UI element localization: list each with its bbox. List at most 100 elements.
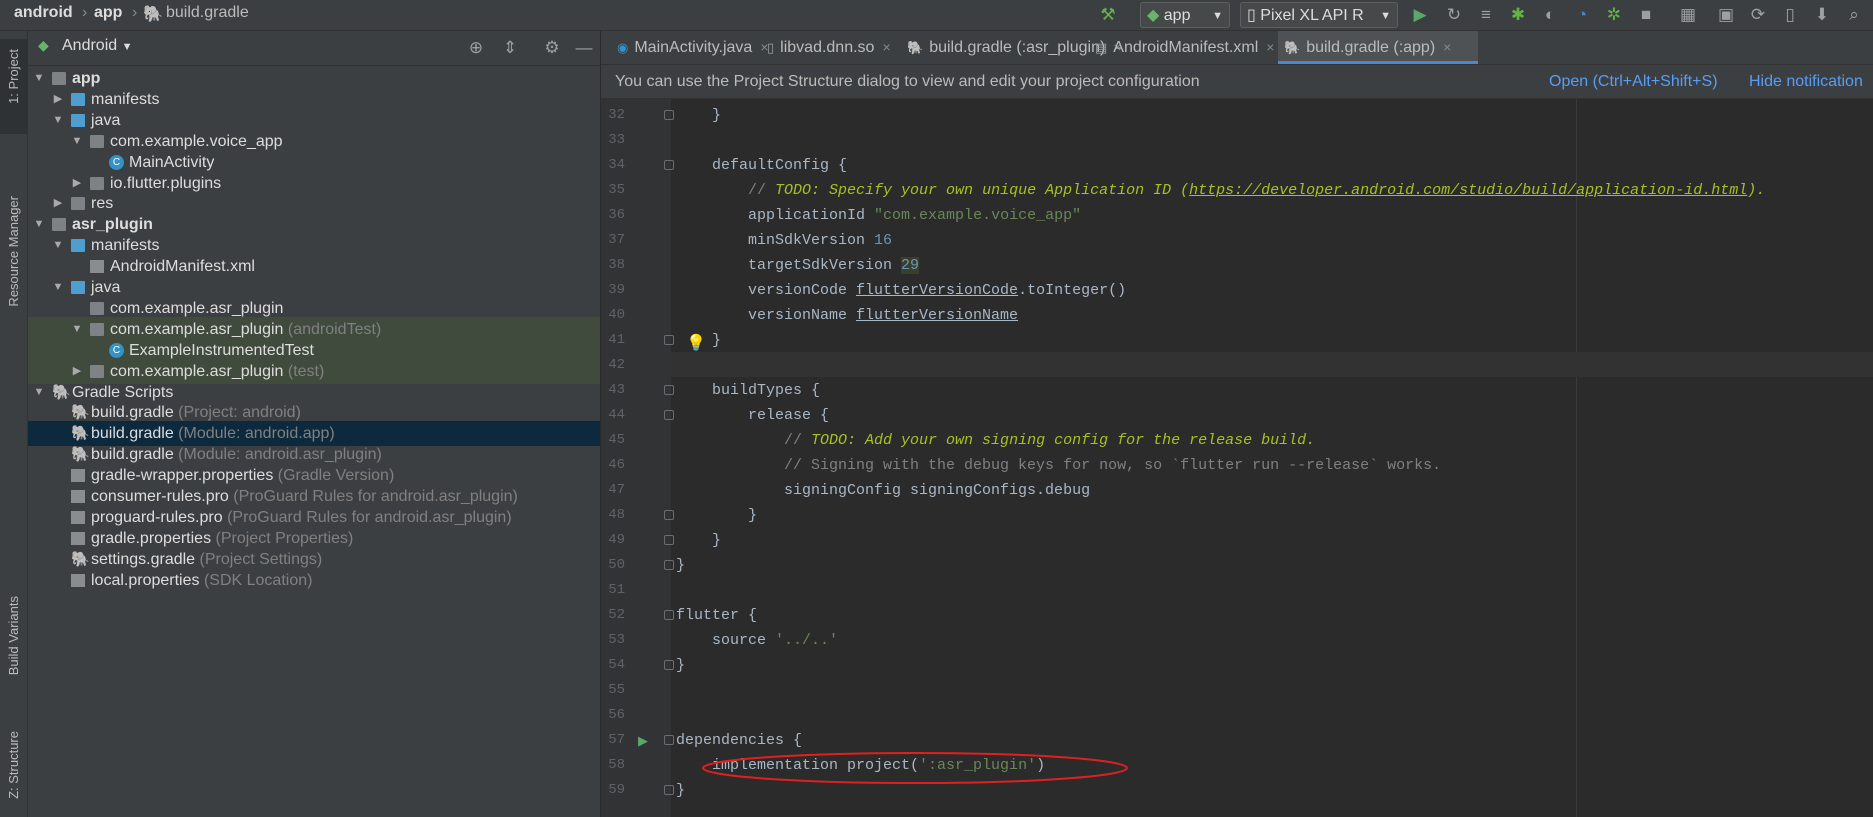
gradle-icon: 🐘 xyxy=(907,40,924,55)
code-line-49: } xyxy=(676,532,722,549)
view-selector[interactable]: Android ▼ xyxy=(62,37,133,55)
fold-marker-icon[interactable] xyxy=(664,785,674,795)
avd-manager-icon[interactable]: ▯ xyxy=(1780,5,1800,25)
module-icon xyxy=(52,72,66,85)
line-number: 56 xyxy=(608,707,625,723)
breadcrumb-separator: › xyxy=(132,4,138,21)
terminal-icon[interactable]: ▣ xyxy=(1716,5,1736,25)
chevron-down-icon: ▼ xyxy=(1212,10,1223,22)
editor-tab[interactable]: 🐘 build.gradle (:asr_plugin) × xyxy=(901,31,1121,64)
code-line-43: buildTypes { xyxy=(676,382,821,399)
editor-tab[interactable]: 🐘 build.gradle (:app) × xyxy=(1278,31,1478,64)
attach-debugger-icon[interactable]: ◐ xyxy=(1540,5,1560,25)
sdk-manager-icon[interactable]: ⬇ xyxy=(1812,5,1832,25)
chevron-down-icon: ▼ xyxy=(121,41,133,53)
line-number: 40 xyxy=(608,307,625,323)
breadcrumb-build-gradle[interactable]: build.gradle xyxy=(166,4,249,22)
profile-icon[interactable]: ◔ xyxy=(1572,5,1592,25)
editor-tab[interactable]: ▤ AndroidManifest.xml × xyxy=(1089,31,1279,64)
line-number: 47 xyxy=(608,482,625,498)
apply-changes-icon[interactable]: ≡ xyxy=(1476,5,1496,25)
file-icon: ▯ xyxy=(767,40,775,55)
line-number: 46 xyxy=(608,457,625,473)
line-number: 55 xyxy=(608,682,625,698)
fold-marker-icon[interactable] xyxy=(664,610,674,620)
notification-bar: You can use the Project Structure dialog… xyxy=(601,65,1873,99)
editor-tabs: ◉ MainActivity.java × ▯ libvad.dnn.so × 🐘 build… xyxy=(601,31,1873,65)
line-number: 48 xyxy=(608,507,625,523)
collapse-all-icon[interactable]: ⇕ xyxy=(500,38,520,58)
tree-item[interactable]: local.properties (SDK Location) xyxy=(28,568,600,593)
device-selector[interactable]: ▯ Pixel XL API R ▼ xyxy=(1240,2,1398,28)
properties-icon xyxy=(71,531,85,545)
code-line-44: release { xyxy=(676,407,830,424)
run-config-selector[interactable]: ◆ app ▼ xyxy=(1140,2,1230,28)
code-line-38: targetSdkVersion 29 xyxy=(676,257,920,274)
rerun-icon[interactable]: ↻ xyxy=(1444,5,1464,25)
fold-marker-icon[interactable] xyxy=(664,735,674,745)
line-number: 44 xyxy=(608,407,625,423)
fold-marker-icon[interactable] xyxy=(664,535,674,545)
line-number: 45 xyxy=(608,432,625,448)
structure-tool-button[interactable]: Z: Structure xyxy=(6,731,21,799)
search-icon[interactable]: ⌕ xyxy=(1844,5,1864,25)
fold-marker-icon[interactable] xyxy=(664,510,674,520)
run-gutter-icon[interactable]: ▶ xyxy=(638,733,648,749)
breadcrumb-android[interactable]: android xyxy=(14,4,73,22)
project-structure-icon[interactable]: ▦ xyxy=(1678,5,1698,25)
fold-marker-icon[interactable] xyxy=(664,110,674,120)
hide-notification-link[interactable]: Hide notification xyxy=(1749,65,1863,98)
attach-icon[interactable]: ✲ xyxy=(1604,5,1624,25)
resources-icon xyxy=(71,197,85,211)
package-icon xyxy=(90,322,104,336)
close-icon[interactable]: × xyxy=(882,39,890,55)
gear-icon[interactable]: ⚙ xyxy=(542,38,562,58)
editor-tab[interactable]: ◉ MainActivity.java × xyxy=(611,31,769,64)
folder-icon xyxy=(71,113,85,127)
resource-manager-tool-button[interactable]: Resource Manager xyxy=(6,196,21,307)
fold-marker-icon[interactable] xyxy=(664,660,674,670)
close-icon[interactable]: × xyxy=(1443,39,1451,55)
code-line-59: } xyxy=(676,782,686,799)
open-project-structure-link[interactable]: Open (Ctrl+Alt+Shift+S) xyxy=(1549,65,1718,98)
navigation-bar: android › app › 🐘 build.gradle ⚒ ◆ app ▼… xyxy=(0,0,1873,31)
code-line-50: } xyxy=(676,557,686,574)
debug-icon[interactable]: ✱ xyxy=(1508,5,1528,25)
fold-marker-icon[interactable] xyxy=(664,335,674,345)
package-icon xyxy=(90,364,104,378)
code-line-32: } xyxy=(676,107,722,124)
code-line-48: } xyxy=(676,507,758,524)
sync-icon[interactable]: ⟳ xyxy=(1748,5,1768,25)
folder-icon xyxy=(71,281,85,294)
project-tool-button[interactable]: 1: Project xyxy=(0,39,27,134)
editor-tab[interactable]: ▯ libvad.dnn.so × xyxy=(761,31,902,64)
fold-marker-icon[interactable] xyxy=(664,410,674,420)
locate-icon[interactable]: ⊕ xyxy=(466,38,486,58)
run-icon[interactable]: ▶ xyxy=(1410,5,1430,25)
tab-label: build.gradle (:app) xyxy=(1306,39,1436,56)
hide-icon[interactable]: — xyxy=(574,38,594,58)
tab-label: AndroidManifest.xml xyxy=(1113,39,1259,56)
code-line-37: minSdkVersion 16 xyxy=(676,232,893,249)
line-number: 32 xyxy=(608,107,625,123)
fold-marker-icon[interactable] xyxy=(664,385,674,395)
hammer-icon[interactable]: ⚒ xyxy=(1098,5,1118,25)
chevron-down-icon: ▼ xyxy=(1380,10,1391,22)
breadcrumb-app[interactable]: app xyxy=(94,4,122,22)
line-number: 38 xyxy=(608,257,625,273)
line-number: 50 xyxy=(608,557,625,573)
code-line-35: // TODO: Specify your own unique Applica… xyxy=(676,182,1766,199)
annotation-oval xyxy=(702,752,1128,784)
code-line-34: defaultConfig { xyxy=(676,157,848,174)
class-icon: C xyxy=(109,342,124,358)
code-line-36: applicationId "com.example.voice_app" xyxy=(676,207,1082,224)
fold-marker-icon[interactable] xyxy=(664,560,674,570)
properties-icon xyxy=(71,469,85,483)
build-variants-tool-button[interactable]: Build Variants xyxy=(6,596,21,675)
fold-marker-icon[interactable] xyxy=(664,160,674,170)
close-icon[interactable]: × xyxy=(1266,39,1274,55)
lightbulb-icon[interactable]: 💡 xyxy=(686,333,706,353)
stop-icon[interactable]: ■ xyxy=(1636,5,1656,25)
gradle-icon: 🐘 xyxy=(71,425,90,443)
line-number: 58 xyxy=(608,757,625,773)
